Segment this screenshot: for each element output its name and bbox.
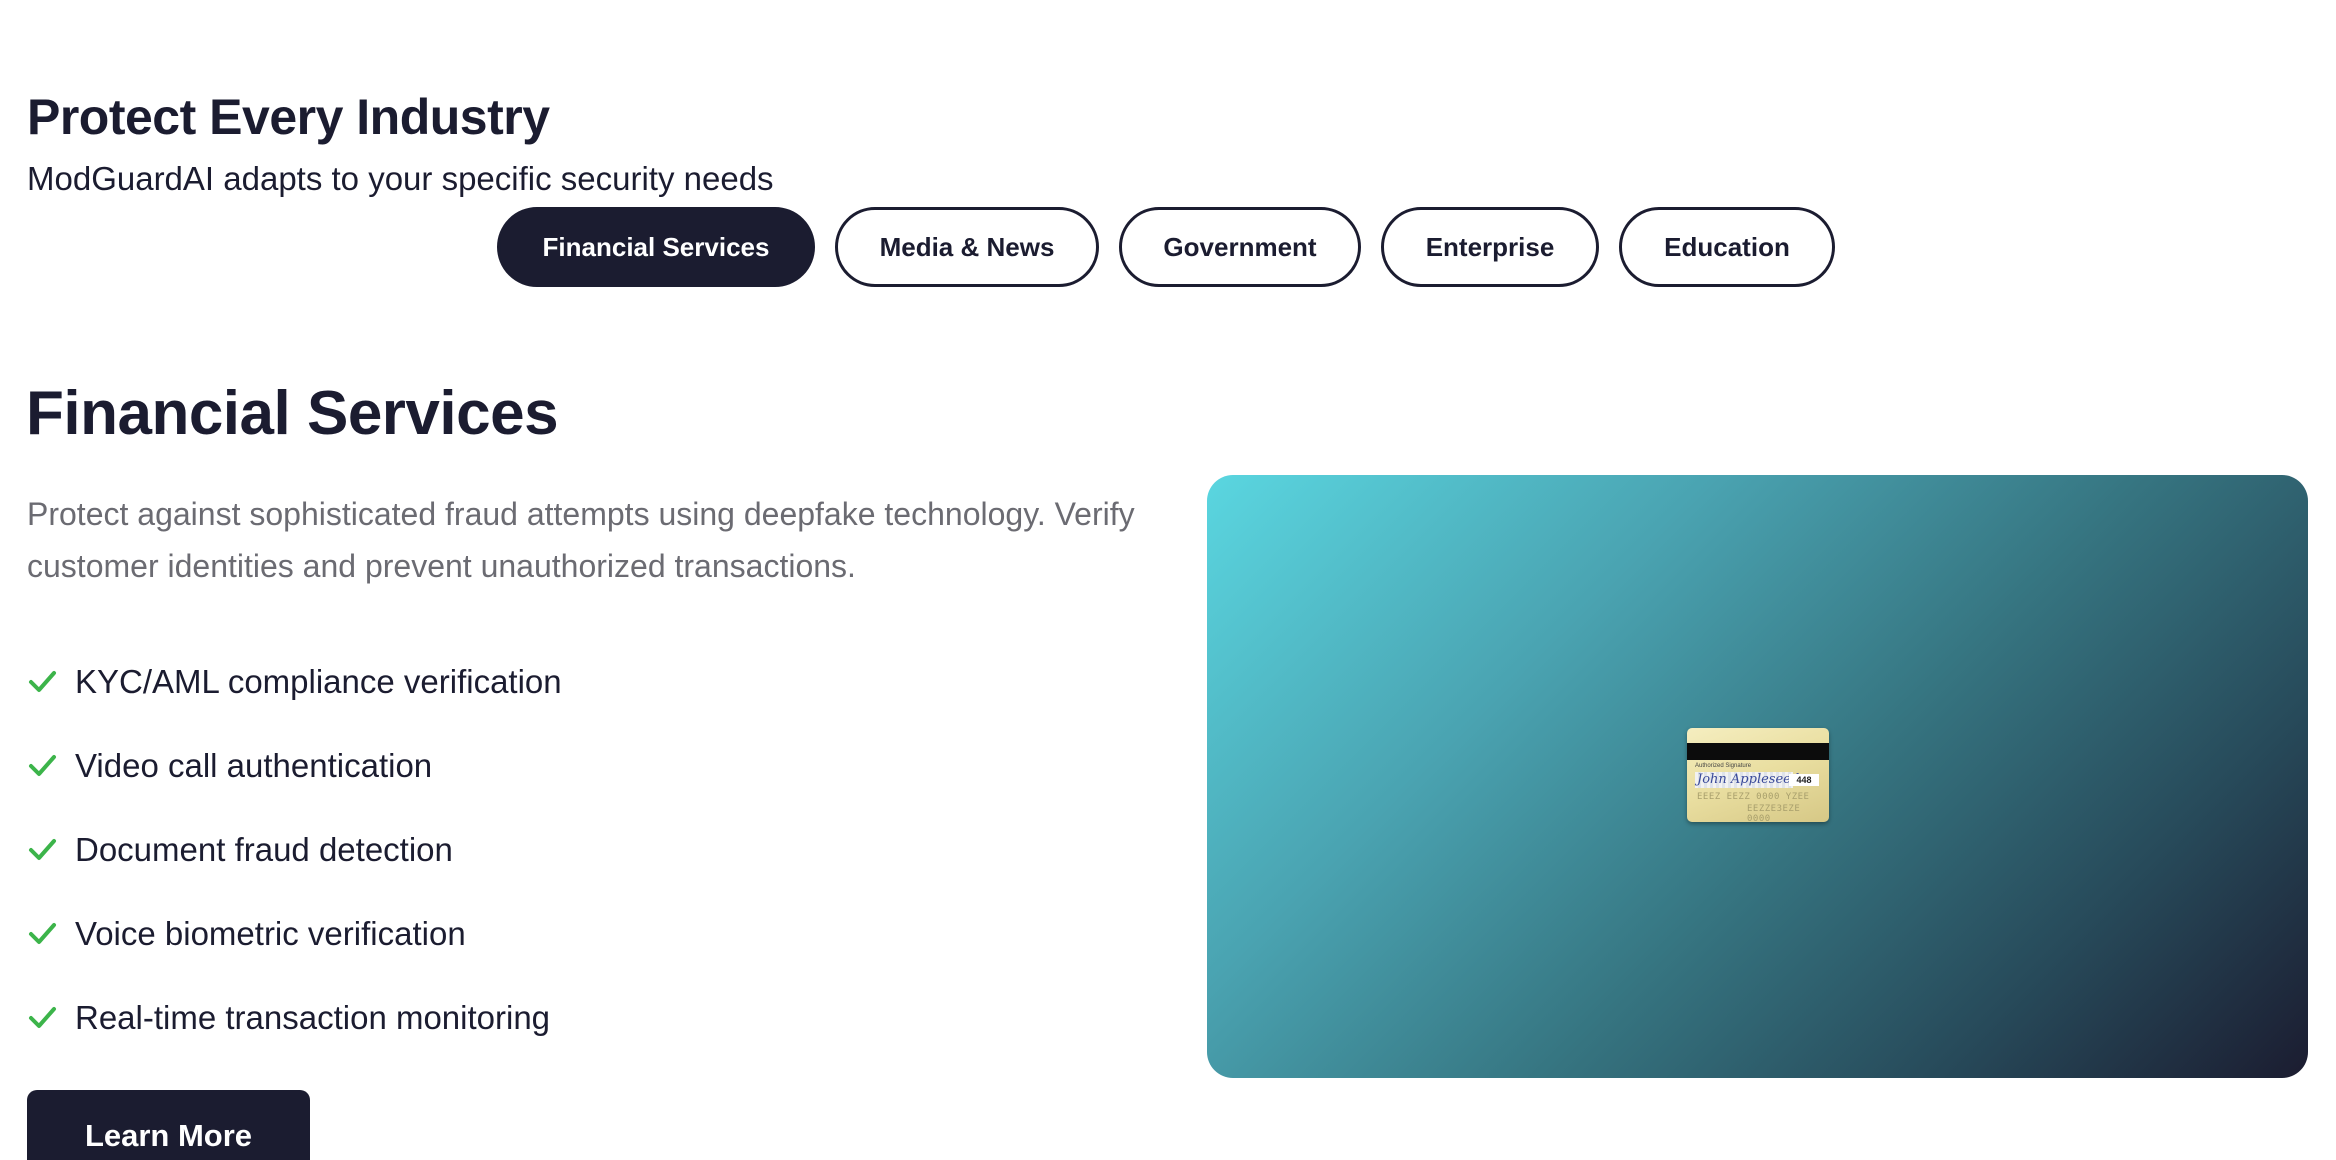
feature-item: Document fraud detection (27, 808, 562, 892)
feature-label: Voice biometric verification (75, 915, 466, 952)
panel-description: Protect against sophisticated fraud atte… (27, 496, 1135, 584)
card-number-line: EEEZ EEZZ 0000 YZEE (1697, 792, 1810, 802)
check-icon (29, 755, 56, 776)
check-icon (29, 671, 56, 692)
feature-list: KYC/AML compliance verification Video ca… (27, 640, 562, 1060)
tab-government[interactable]: Government (1119, 207, 1361, 287)
check-icon (29, 839, 56, 860)
tab-education[interactable]: Education (1619, 207, 1835, 287)
signature-label: Authorized Signature (1695, 763, 1752, 769)
feature-item: Real-time transaction monitoring (27, 976, 562, 1060)
check-icon (29, 1007, 56, 1028)
industry-tabs: Financial Services Media & News Governme… (497, 207, 1835, 287)
learn-more-button[interactable]: Learn More (27, 1090, 310, 1160)
signature: John Appleseed (1697, 772, 1800, 787)
tab-financial-services[interactable]: Financial Services (497, 207, 815, 287)
check-icon (29, 923, 56, 944)
tab-enterprise[interactable]: Enterprise (1381, 207, 1599, 287)
tab-media-news[interactable]: Media & News (835, 207, 1099, 287)
cvv-box: 448 (1789, 774, 1819, 786)
feature-label: Video call authentication (75, 747, 433, 784)
feature-label: Document fraud detection (75, 831, 453, 868)
feature-item: Voice biometric verification (27, 892, 562, 976)
magnetic-stripe (1687, 743, 1829, 760)
hero-image: Authorized Signature John Appleseed 448 … (1207, 475, 2308, 1078)
feature-label: Real-time transaction monitoring (75, 999, 551, 1036)
section-subtitle: ModGuardAI adapts to your specific secur… (27, 160, 774, 197)
section-title: Protect Every Industry (27, 89, 550, 145)
feature-item: KYC/AML compliance verification (27, 640, 562, 724)
card-number-line: EEZZE3EZE 0000 (1747, 804, 1801, 822)
credit-card-image: Authorized Signature John Appleseed 448 … (1687, 728, 1829, 822)
feature-label: KYC/AML compliance verification (75, 663, 562, 700)
feature-item: Video call authentication (27, 724, 562, 808)
panel-title: Financial Services (26, 379, 559, 448)
